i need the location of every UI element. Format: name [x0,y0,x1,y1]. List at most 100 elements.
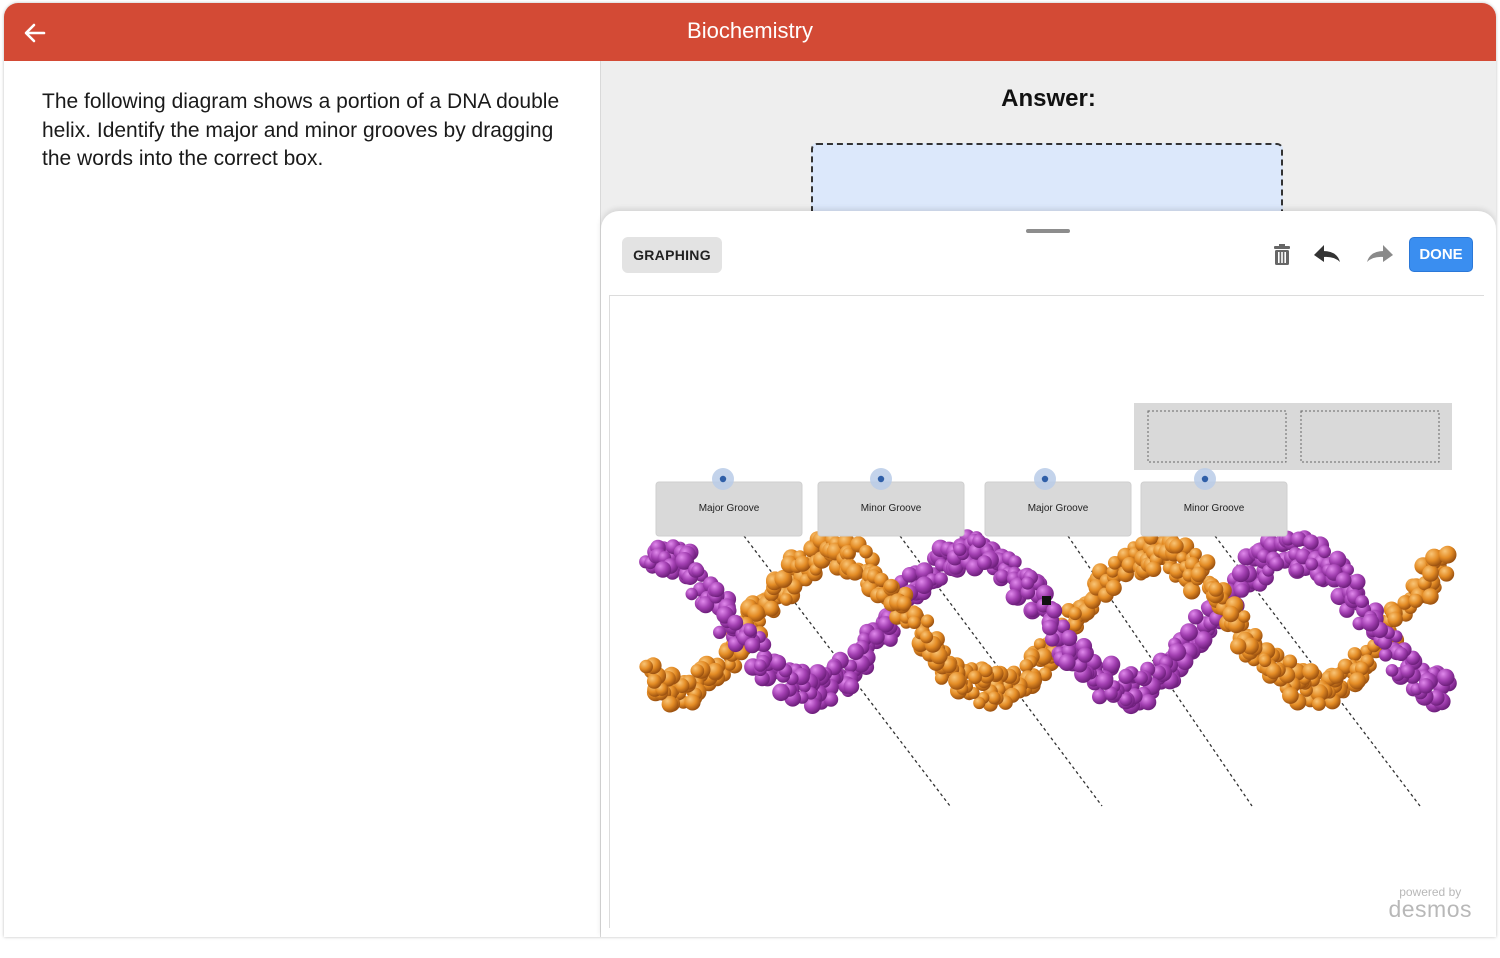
atom [1061,629,1078,647]
atom [1378,648,1393,662]
atom [1418,678,1434,694]
atom [843,678,860,695]
atom [859,544,873,559]
atom [1005,589,1022,606]
atom [953,543,967,556]
atom [1118,668,1134,684]
question-pane: The following diagram shows a portion of… [4,61,601,937]
groove-label-3[interactable]: Major Groove [984,468,1132,537]
answer-label: Answer: [1001,85,1096,112]
drag-handle-dot[interactable] [1201,475,1209,483]
atom [1290,563,1305,578]
label-text: Minor Groove [861,503,922,514]
atom [1046,602,1063,619]
dna-diagram: Major Groove Minor Groove Major Groove Mino… [639,403,1457,807]
label-text: Major Groove [1028,503,1089,514]
desmos-logo-text: desmos [1388,896,1472,922]
graph-canvas[interactable]: Major Groove Minor Groove Major Groove Mino… [609,295,1484,928]
atom [646,674,662,689]
atom [780,593,793,606]
atom [934,572,948,586]
atom [1437,668,1455,687]
atom [1361,613,1380,632]
atom [987,691,1001,705]
question-text: The following diagram shows a portion of… [42,90,560,170]
atom [1355,595,1369,608]
app-window: Biochemistry The following diagram shows… [4,3,1496,937]
atom [1208,582,1224,597]
atom [847,643,864,660]
atom [1258,654,1272,668]
groove-label-4[interactable]: Minor Groove [1140,468,1288,537]
graphing-mode-button[interactable]: GRAPHING [622,237,722,273]
atom [972,534,986,548]
atom [920,614,935,628]
atom [883,578,899,594]
atom [1021,576,1035,590]
atom [690,664,705,678]
done-button[interactable]: DONE [1409,237,1473,272]
graphing-sheet: GRAPHING DONE Major Groove Minor Groove … [601,211,1496,937]
atom [1422,565,1439,582]
atom [1385,664,1399,677]
atom [1348,672,1366,690]
atom [1303,534,1319,550]
atom [901,567,918,583]
atom [1188,609,1204,625]
redo-icon[interactable] [1365,242,1395,268]
drop-zone-panel [1134,403,1452,470]
atom [1180,623,1198,641]
atom [1145,561,1162,577]
drag-handle-dot[interactable] [719,475,727,483]
point-marker[interactable] [1042,596,1051,605]
atom [763,600,780,617]
atom [685,587,698,601]
trash-icon[interactable] [1269,242,1295,268]
atom [770,654,787,671]
label-text: Major Groove [699,503,760,514]
undo-icon[interactable] [1312,242,1342,268]
atom [709,581,725,598]
sheet-drag-handle[interactable] [1026,229,1070,233]
groove-label-2[interactable]: Minor Groove [817,468,965,537]
atom [1169,538,1184,554]
atom [1394,647,1409,662]
atom [1222,605,1239,623]
drag-handle-dot[interactable] [1041,475,1049,483]
groove-label-1[interactable]: Major Groove [655,468,803,537]
atom [1058,653,1076,671]
atom [639,659,653,674]
atom [1400,664,1415,679]
atom [1282,687,1299,704]
atom [1348,573,1366,591]
atom [1335,572,1352,589]
drag-handle-dot[interactable] [877,475,885,483]
atom [948,672,966,690]
atom [846,563,864,581]
label-text: Minor Groove [1184,503,1245,514]
desmos-branding: powered by desmos [1388,886,1472,922]
atom [794,555,811,572]
atom [743,623,757,637]
atom [995,569,1010,584]
atom [1408,593,1423,608]
page-title: Biochemistry [687,18,813,43]
atom [1230,638,1247,655]
atom [1231,564,1250,583]
dna-double-helix [639,529,1457,715]
atom [896,596,912,611]
atom [691,564,705,578]
atom [1312,697,1326,711]
atom [1438,545,1457,564]
atom [1008,555,1022,569]
atom [1422,588,1439,605]
atom [1269,556,1285,572]
atom [1305,557,1319,571]
atom [1302,663,1320,680]
atom [1096,672,1114,690]
atom [1318,545,1331,559]
atom [868,629,885,645]
atom [772,683,790,702]
header-bar: Biochemistry [4,3,1496,61]
atom [1190,566,1207,583]
